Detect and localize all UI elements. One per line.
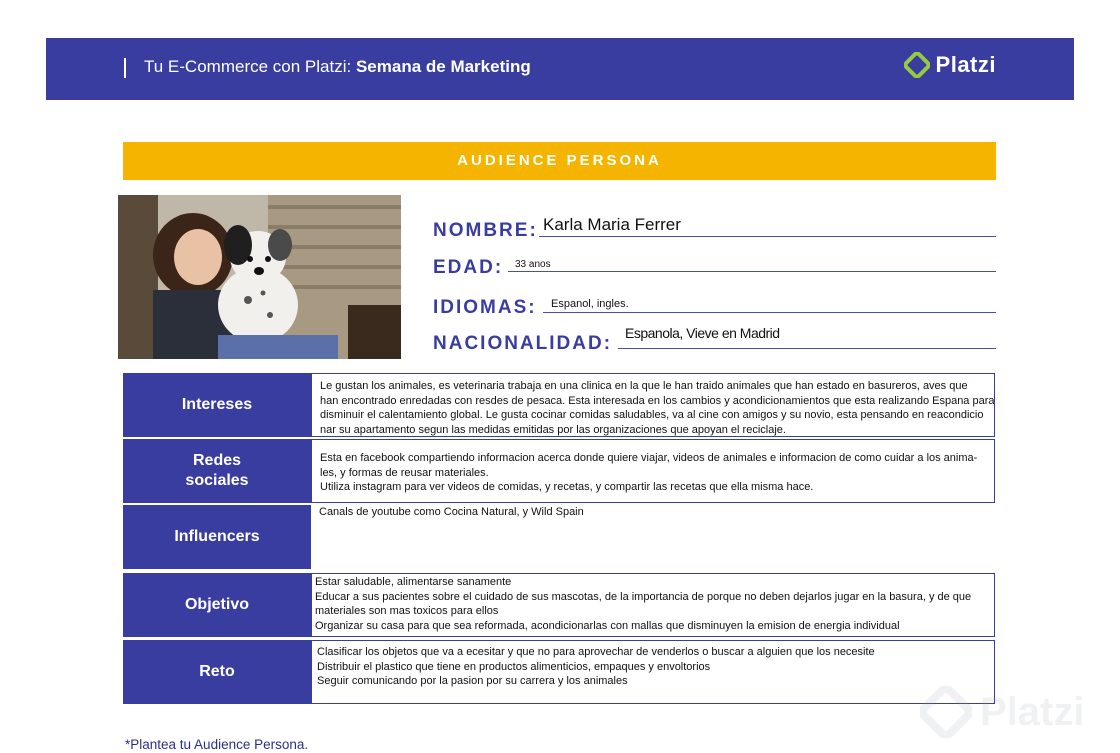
reto-label: Reto bbox=[123, 640, 311, 704]
idiomas-label: IDIOMAS: bbox=[433, 297, 537, 318]
objetivo-line: Organizar su casa para que sea reformada… bbox=[315, 619, 900, 632]
platzi-watermark-icon bbox=[920, 686, 972, 738]
platzi-logo-icon bbox=[903, 52, 930, 78]
intereses-line: nar su apartamento segun las medidas emi… bbox=[320, 423, 786, 436]
redes-label-line2: sociales bbox=[185, 472, 249, 489]
edad-value: 33 anos bbox=[515, 259, 551, 270]
nombre-underline bbox=[539, 236, 996, 237]
reto-line: Clasificar los objetos que va a ecesitar… bbox=[317, 646, 875, 658]
reto-line: Distribuir el plastico que tiene en prod… bbox=[317, 660, 711, 673]
header-title-prefix: Tu E-Commerce con Platzi: bbox=[144, 57, 352, 76]
edad-label: EDAD: bbox=[433, 257, 504, 278]
nacionalidad-label: NACIONALIDAD: bbox=[433, 333, 613, 354]
redes-label-line1: Redes bbox=[192, 452, 242, 469]
objetivo-line: Estar saludable, alimentarse sanamente bbox=[315, 576, 512, 588]
nombre-value: Karla Maria Ferrer bbox=[543, 215, 681, 234]
intereses-line: Le gustan los animales, es veterinaria t… bbox=[320, 380, 968, 392]
header-title: Tu E-Commerce con Platzi: Semana de Mark… bbox=[144, 57, 531, 77]
idiomas-value: Espanol, ingles. bbox=[551, 298, 629, 310]
reto-line: Seguir comunicando por la pasion por su … bbox=[317, 675, 628, 688]
objetivo-line: materiales son mas toxicos para ellos bbox=[315, 605, 499, 618]
influencers-line: Canals de youtube como Cocina Natural, y… bbox=[319, 506, 584, 518]
intereses-label: Intereses bbox=[123, 373, 311, 437]
page-header: Tu E-Commerce con Platzi: Semana de Mark… bbox=[46, 38, 1074, 100]
platzi-watermark-text: Platzi bbox=[980, 689, 1085, 734]
objetivo-label: Objetivo bbox=[123, 573, 311, 637]
nombre-label: NOMBRE: bbox=[433, 220, 538, 241]
reto-content: Clasificar los objetos que va a ecesitar… bbox=[311, 640, 995, 704]
persona-photo bbox=[118, 195, 401, 359]
redes-line: Utiliza instagram para ver videos de com… bbox=[320, 481, 814, 494]
redes-line: Esta en facebook compartiendo informacio… bbox=[320, 452, 978, 464]
intereses-content: Le gustan los animales, es veterinaria t… bbox=[311, 373, 995, 437]
redes-sociales-content: Esta en facebook compartiendo informacio… bbox=[311, 439, 995, 503]
influencers-label: Influencers bbox=[123, 505, 311, 569]
platzi-logo: Platzi bbox=[903, 52, 996, 78]
nacionalidad-underline bbox=[618, 348, 996, 349]
redes-sociales-label: Redes sociales bbox=[123, 439, 311, 503]
influencers-content: Canals de youtube como Cocina Natural, y… bbox=[311, 505, 995, 569]
idiomas-underline bbox=[543, 312, 996, 313]
edad-underline bbox=[508, 271, 996, 272]
header-title-bold: Semana de Marketing bbox=[355, 57, 531, 76]
footnote: *Plantea tu Audience Persona. bbox=[125, 737, 309, 752]
objetivo-line: Educar a sus pacientes sobre el cuidado … bbox=[315, 590, 972, 603]
redes-line: les, y formas de reusar materiales. bbox=[320, 466, 489, 479]
audience-persona-banner: AUDIENCE PERSONA bbox=[123, 142, 996, 180]
intereses-line: han encontrado enredadas con resdes de p… bbox=[320, 394, 994, 407]
platzi-logo-text: Platzi bbox=[935, 52, 996, 77]
intereses-line: disminuir el calentamiento global. Le gu… bbox=[320, 409, 984, 422]
platzi-watermark: Platzi bbox=[920, 686, 1084, 738]
objetivo-content: Estar saludable, alimentarse sanamente E… bbox=[311, 573, 995, 637]
nacionalidad-value: Espanola, Vieve en Madrid bbox=[625, 325, 780, 341]
header-separator bbox=[124, 58, 126, 78]
